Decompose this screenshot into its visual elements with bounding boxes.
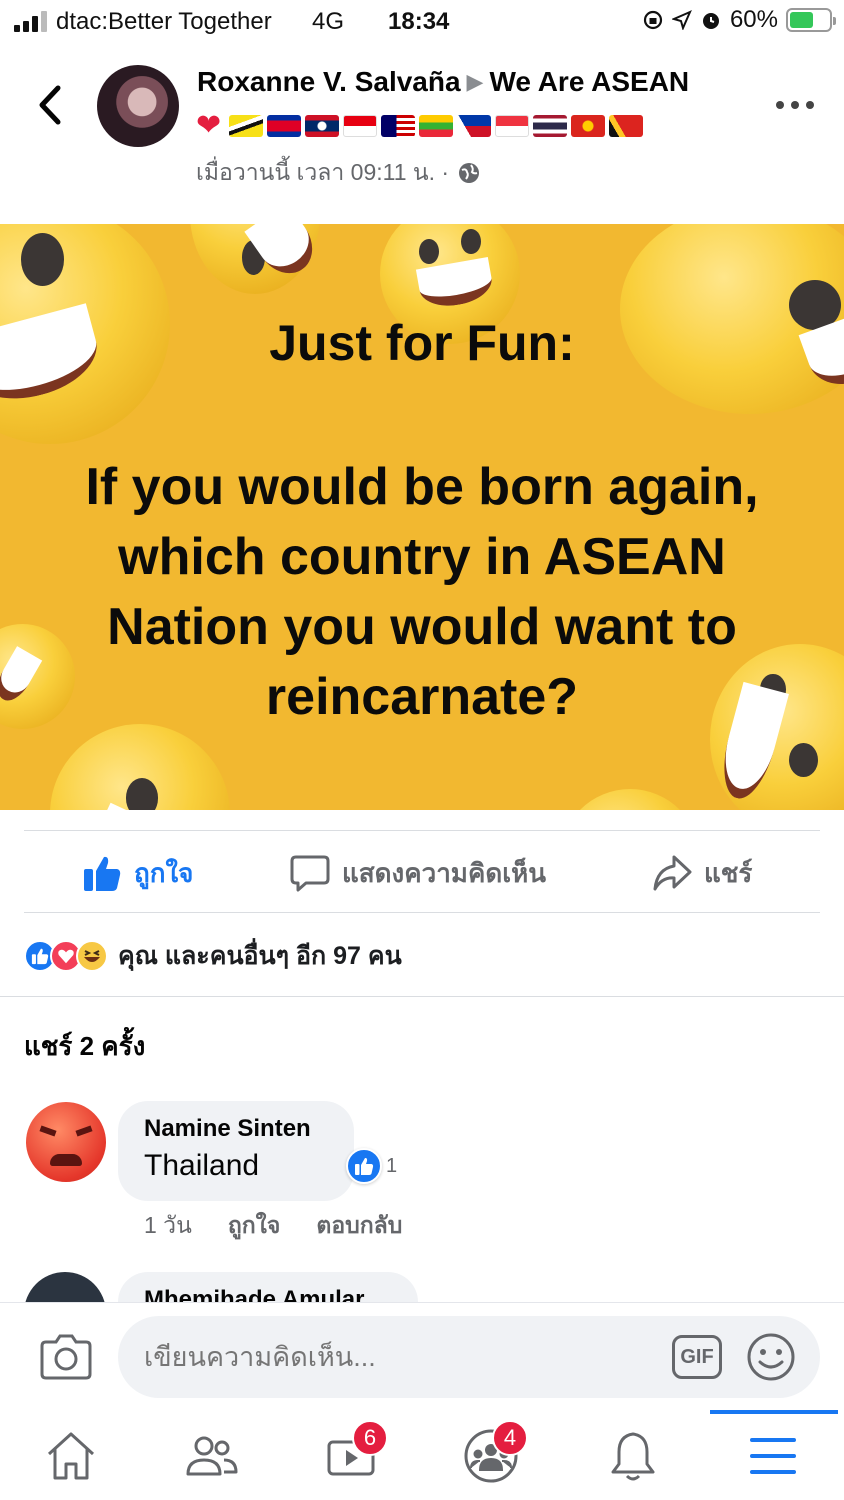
comment-icon [290, 855, 330, 892]
status-bar: dtac:Better Together 4G 18:34 60% [0, 0, 844, 44]
globe-icon [459, 163, 480, 183]
comment-button[interactable]: แสดงความคิดเห็น [290, 850, 546, 896]
comment-time: 1 วัน [144, 1212, 192, 1238]
flag-philippines-icon [457, 115, 492, 137]
home-icon [47, 1432, 95, 1480]
nav-watch[interactable]: 6 [316, 1420, 388, 1488]
nav-friends[interactable] [176, 1424, 246, 1488]
status-time: 18:34 [388, 8, 450, 35]
status-right: 60% [642, 6, 836, 34]
gif-button[interactable]: GIF [672, 1335, 722, 1379]
signal-icon [14, 10, 47, 32]
comment-text: Thailand [144, 1149, 260, 1182]
share-icon [653, 855, 692, 891]
groups-badge: 4 [492, 1420, 528, 1456]
flag-vietnam-icon [571, 115, 606, 137]
group-name[interactable]: We Are ASEAN [489, 66, 689, 97]
chevron-left-icon [39, 85, 61, 125]
menu-icon [750, 1438, 796, 1474]
smiley-icon [747, 1333, 795, 1381]
heart-icon: ❤ [196, 109, 222, 142]
camera-button[interactable] [40, 1332, 92, 1380]
nav-notifications[interactable] [598, 1424, 668, 1488]
flag-myanmar-icon [419, 115, 454, 137]
flag-thailand-icon [533, 115, 568, 137]
author-name[interactable]: Roxanne V. Salvaña [197, 66, 461, 97]
arrow-right-icon: ▶ [466, 69, 484, 94]
comment-like-button[interactable]: ถูกใจ [228, 1208, 281, 1244]
back-button[interactable] [30, 82, 70, 128]
haha-reaction-icon [76, 940, 108, 972]
divider [24, 912, 820, 913]
carrier-name: dtac:Better Together [56, 8, 272, 35]
post-title: Roxanne V. Salvaña ▶ We Are ASEAN [197, 66, 689, 98]
location-icon [671, 10, 692, 30]
comment-reaction-count[interactable]: 1 [346, 1148, 397, 1184]
author-avatar[interactable] [97, 65, 179, 147]
emoji-button[interactable] [746, 1332, 796, 1382]
comment-reply-button[interactable]: ตอบกลับ [316, 1208, 402, 1244]
flag-malaysia-icon [381, 115, 416, 137]
laughing-emoji-decoration [50, 724, 230, 810]
bell-icon [611, 1432, 655, 1481]
battery-percent: 60% [729, 6, 778, 33]
flag-indonesia-icon [343, 115, 378, 137]
network-type: 4G [312, 8, 345, 35]
share-button[interactable]: แชร์ [652, 850, 752, 896]
image-heading: Just for Fun: [269, 315, 575, 371]
nav-menu[interactable] [738, 1424, 808, 1488]
more-options-button[interactable] [776, 94, 814, 116]
flag-laos-icon [305, 115, 340, 137]
share-label: แชร์ [704, 857, 753, 888]
comment-label: แสดงความคิดเห็น [342, 857, 547, 888]
watch-badge: 6 [352, 1420, 388, 1456]
friends-icon [186, 1436, 238, 1476]
flag-brunei-icon [229, 115, 264, 137]
divider [24, 830, 820, 831]
thumbs-up-icon [84, 856, 121, 891]
reactions-summary[interactable]: คุณ และคนอื่นๆ อีก 97 คน [24, 936, 402, 976]
post-meta: เมื่อวานนี้ เวลา 09:11 น. · [196, 155, 481, 191]
reactions-text: คุณ และคนอื่นๆ อีก 97 คน [118, 942, 402, 970]
laughing-emoji-decoration [190, 224, 324, 294]
post-image[interactable]: Just for Fun: If you would be born again… [0, 224, 844, 810]
post-timestamp[interactable]: เมื่อวานนี้ เวลา 09:11 น. · [196, 155, 449, 191]
image-question: If you would be born again, which countr… [85, 458, 759, 726]
flags-row: ❤ [196, 108, 644, 144]
flag-timor-leste-icon [609, 115, 644, 137]
like-button[interactable]: ถูกใจ [82, 850, 193, 896]
rotation-lock-icon [643, 10, 663, 30]
battery-icon [786, 8, 836, 32]
flag-cambodia-icon [267, 115, 302, 137]
like-reaction-icon [346, 1148, 382, 1184]
nav-groups[interactable]: 4 [456, 1420, 528, 1488]
flag-singapore-icon [495, 115, 530, 137]
laughing-emoji-decoration [560, 789, 700, 810]
like-label: ถูกใจ [134, 857, 194, 888]
comment-like-count: 1 [386, 1154, 398, 1177]
commenter-avatar[interactable] [26, 1102, 106, 1182]
divider [0, 996, 844, 997]
nav-home[interactable] [36, 1424, 106, 1488]
bottom-nav: 6 4 [0, 1410, 844, 1500]
alarm-icon [702, 13, 719, 29]
shares-count[interactable]: แชร์ 2 ครั้ง [24, 1026, 145, 1067]
comment-meta: 1 วัน ถูกใจ ตอบกลับ [144, 1208, 402, 1244]
comment-author[interactable]: Namine Sinten [144, 1115, 354, 1143]
camera-icon [40, 1334, 92, 1380]
active-tab-indicator [710, 1410, 838, 1414]
comment-bubble[interactable]: Namine Sinten Thailand [118, 1101, 354, 1201]
